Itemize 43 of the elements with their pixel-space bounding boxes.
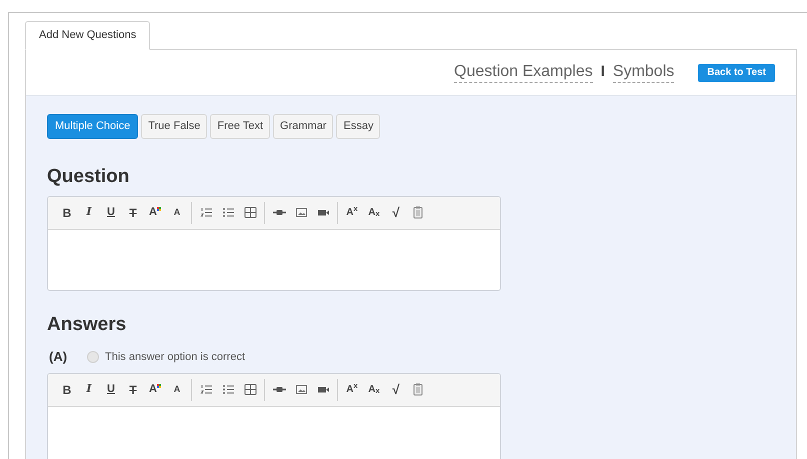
type-tab[interactable]: Free Text [210, 114, 270, 139]
font-size-button[interactable]: A [166, 378, 188, 400]
text-editor[interactable]: B I U T A A A$^{x}$ A$_{x}$ √ [47, 196, 501, 290]
answer-letter: (A) [49, 348, 68, 366]
image-icon[interactable] [294, 383, 308, 396]
table-icon[interactable] [244, 383, 256, 396]
bold-button[interactable]: B [56, 378, 78, 400]
separator: I [600, 62, 605, 82]
text-color-button[interactable]: A [144, 202, 166, 224]
type-tab[interactable]: Grammar [273, 114, 334, 139]
ordered-list-icon[interactable] [200, 206, 212, 219]
table-icon[interactable] [244, 206, 256, 219]
bullet-list-icon[interactable] [222, 383, 234, 396]
formula-button[interactable]: √ [385, 202, 407, 224]
correct-checkbox[interactable] [87, 350, 99, 363]
checkbox-label: This answer option is correct [105, 350, 245, 364]
italic-button[interactable]: I [78, 202, 100, 224]
subscript-button[interactable]: A$_{x}$ [363, 378, 385, 400]
section-heading: Answers [47, 312, 128, 336]
text-color-button[interactable]: A [144, 378, 166, 400]
superscript-button[interactable]: A$^{x}$ [341, 378, 363, 400]
clipboard-icon[interactable] [412, 383, 424, 396]
subscript-button[interactable]: A$_{x}$ [363, 202, 385, 224]
image-icon[interactable] [294, 206, 308, 219]
underline-button[interactable]: U [100, 378, 122, 400]
underline-button[interactable]: U [100, 202, 122, 224]
bold-button[interactable]: B [56, 202, 78, 224]
clipboard-icon[interactable] [412, 206, 424, 219]
strikethrough-button[interactable]: T [122, 202, 144, 224]
bullet-list-icon[interactable] [222, 206, 234, 219]
font-size-button[interactable]: A [166, 202, 188, 224]
text-editor[interactable]: B I U T A A A$^{x}$ A$_{x}$ √ [47, 372, 501, 459]
tab[interactable]: Add New Questions [25, 21, 150, 50]
ordered-list-icon[interactable] [200, 383, 212, 396]
type-tab[interactable]: Essay [336, 114, 380, 139]
formula-button[interactable]: √ [385, 378, 407, 400]
link[interactable]: Symbols [612, 62, 674, 83]
section-heading: Question [47, 165, 130, 189]
link[interactable]: Question Examples [454, 62, 593, 83]
superscript-button[interactable]: A$^{x}$ [341, 202, 363, 224]
type-tab[interactable]: True False [141, 114, 208, 139]
strikethrough-button[interactable]: T [122, 378, 144, 400]
italic-button[interactable]: I [78, 378, 100, 400]
